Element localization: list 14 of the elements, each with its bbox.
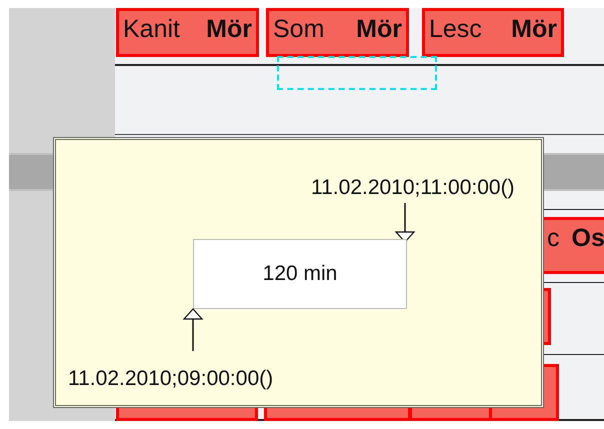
appointment-title: Lesc <box>429 14 482 44</box>
appointment-block[interactable]: Lesc Mör <box>422 8 564 57</box>
appointment-title: Som <box>273 14 324 44</box>
start-time-label: 11.02.2010;09:00:00() <box>68 366 274 392</box>
appointment-block[interactable]: Kanit Mör <box>116 8 259 57</box>
appointment-title: c <box>547 223 560 253</box>
appointment-subtitle: Mör <box>511 14 557 44</box>
appointment-subtitle: Os <box>572 223 604 253</box>
appointment-title: Kanit <box>123 14 180 44</box>
appointment-subtitle: Mör <box>206 14 252 44</box>
appointment-block[interactable]: Som Mör <box>266 8 409 57</box>
duration-label: 120 min <box>262 261 338 288</box>
appointment-subtitle: Mör <box>356 14 402 44</box>
end-time-label: 11.02.2010;11:00:00() <box>311 175 515 201</box>
